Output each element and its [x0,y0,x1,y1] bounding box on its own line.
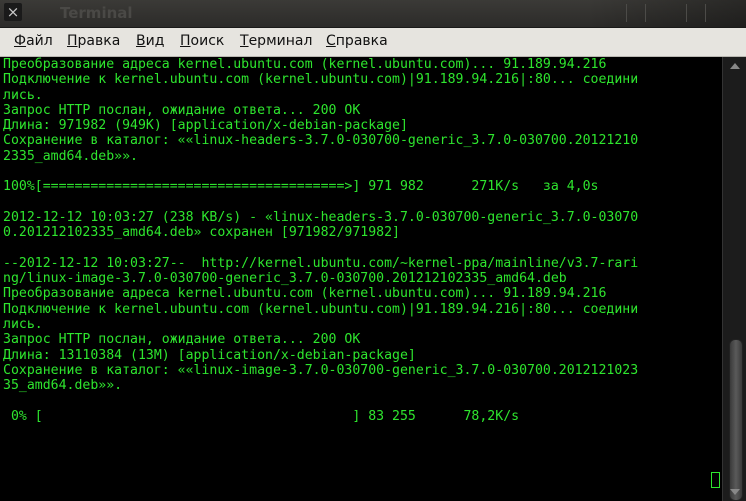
terminal-line: 2012-12-12 10:03:27 (238 KB/s) - «linux-… [3,209,639,225]
terminal-text: Преобразование адреса kernel.ubuntu.com … [3,57,638,424]
window-title: Terminal [60,4,133,22]
terminal-scrollbar[interactable] [722,57,746,501]
scrollbar-thumb[interactable] [729,339,743,501]
terminal-line: 2335_amd64.deb»». [3,148,138,164]
terminal-line: --2012-12-12 10:03:27-- http://kernel.ub… [3,255,639,271]
terminal-line: Запрос HTTP послан, ожидание ответа... 2… [3,332,361,348]
terminal-line: 0% [ ] 83 255 78,2K/s [3,408,520,424]
terminal-line: Преобразование адреса kernel.ubuntu.com … [3,286,607,302]
terminal-output[interactable]: Преобразование адреса kernel.ubuntu.com … [0,57,722,501]
terminal-line: Сохранение в каталог: ««linux-headers-3.… [3,133,639,149]
terminal-line: Запрос HTTP послан, ожидание ответа... 2… [3,102,361,118]
menu-bar: Файл Правка Вид Поиск Терминал Справка [0,28,746,57]
maximize-icon[interactable] [686,4,706,22]
terminal-line: Длина: 13110384 (13M) [application/x-deb… [3,347,416,363]
terminal-line: Длина: 971982 (949K) [application/x-debi… [3,118,408,134]
menu-view[interactable]: Вид [136,33,164,49]
menu-terminal[interactable]: Терминал [240,33,312,49]
terminal-line: лись. [3,87,43,103]
menu-search[interactable]: Поиск [180,33,224,49]
close-icon[interactable]: × [4,3,22,21]
menu-edit[interactable]: Правка [67,33,120,49]
terminal-line: ng/linux-image-3.7.0-030700-generic_3.7.… [3,271,567,287]
terminal-line: Сохранение в каталог: ««linux-image-3.7.… [3,362,639,378]
terminal-line: Подключение к kernel.ubuntu.com (kernel.… [3,301,639,317]
minimize-icon[interactable] [626,4,646,22]
terminal-line: 35_amd64.deb»». [3,378,123,394]
terminal-line: лись. [3,317,43,333]
menu-file[interactable]: Файл [14,33,53,49]
scroll-down-icon[interactable] [730,489,740,495]
scroll-up-icon[interactable] [730,63,740,69]
terminal-cursor [711,472,720,488]
terminal-line: 100%[===================================… [3,179,599,195]
menu-help[interactable]: Справка [326,33,388,49]
terminal-line: 0.201212102335_amd64.deb» сохранен [9719… [3,225,400,241]
terminal-line: Преобразование адреса kernel.ubuntu.com … [3,57,607,72]
terminal-line: Подключение к kernel.ubuntu.com (kernel.… [3,72,639,88]
titlebar-controls [586,0,746,27]
window-titlebar[interactable]: × Terminal [0,0,746,28]
